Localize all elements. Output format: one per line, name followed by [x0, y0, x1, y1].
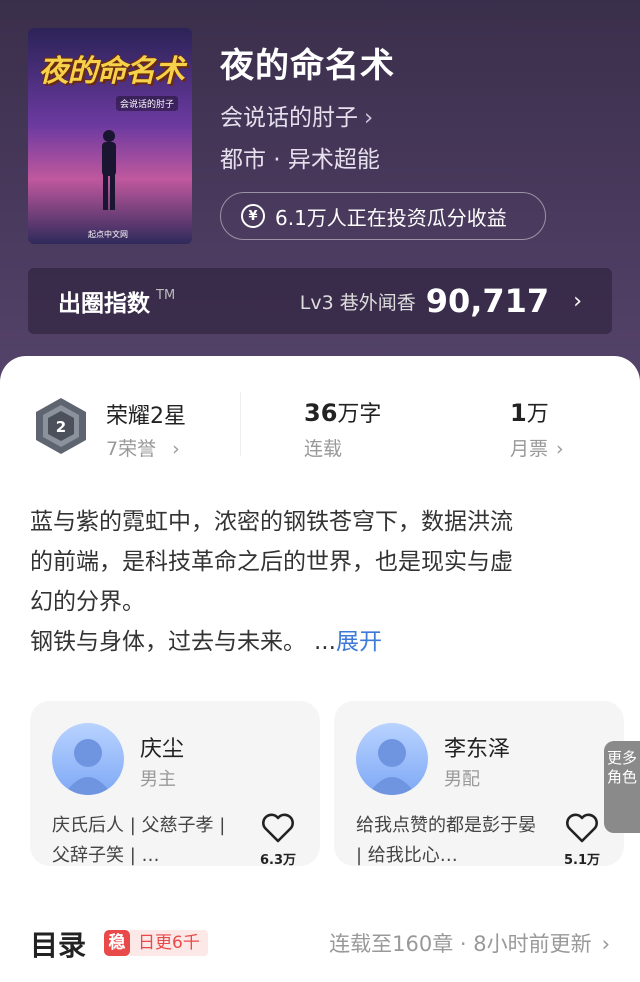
honor-count[interactable]: 7荣誉 ›	[106, 434, 180, 461]
chevron-right-icon: ›	[601, 932, 610, 956]
more-characters-tab[interactable]: 更多角色	[604, 741, 640, 833]
word-count-number: 36	[304, 399, 338, 427]
book-title: 夜的命名术	[220, 46, 395, 86]
like-button[interactable]: 6.3万	[258, 813, 298, 868]
monthly-ticket-stat[interactable]: 1万 月票 ›	[510, 396, 564, 461]
author-name: 会说话的肘子	[220, 105, 358, 131]
chuquan-level: Lv3 巷外闻香	[299, 291, 416, 314]
chuquan-index-bar[interactable]: 出圈指数 TM Lv3 巷外闻香 90,717 ›	[28, 268, 612, 334]
honor-title[interactable]: 荣耀2星	[106, 398, 186, 430]
character-role: 男配	[444, 769, 480, 790]
trademark: TM	[156, 288, 176, 303]
book-cover[interactable]: 夜的命名术 会说话的肘子 起点中文网	[28, 28, 192, 244]
ticket-label: 月票	[510, 438, 549, 460]
desc-line: 的前端，是科技革命之后的世界，也是现实与虚	[30, 549, 513, 575]
like-count: 5.1万	[563, 853, 601, 868]
character-name: 李东泽	[444, 737, 511, 762]
divider	[240, 392, 241, 456]
update-status: 连载至160章 · 8小时前更新	[329, 932, 592, 956]
book-description: 蓝与紫的霓虹中，浓密的钢铁苍穹下，数据洪流 的前端，是科技革命之后的世界，也是现…	[30, 502, 615, 662]
book-header: 夜的命名术 会说话的肘子 起点中文网 夜的命名术 会说话的肘子 › 都市 · 异术…	[0, 0, 640, 400]
desc-line: 幻的分界。	[30, 589, 145, 615]
character-name: 庆尘	[140, 737, 185, 762]
daily-update-tag: 日更6千	[130, 930, 208, 956]
desc-line: 蓝与紫的霓虹中，浓密的钢铁苍穹下，数据洪流	[30, 509, 513, 535]
avatar	[356, 723, 428, 795]
avatar	[52, 723, 124, 795]
book-genre: 都市 · 异术超能	[220, 147, 380, 173]
cover-figure	[102, 130, 116, 210]
svg-text:2: 2	[56, 418, 66, 436]
toc-title[interactable]: 目录	[30, 924, 86, 964]
invest-text: 6.1万人正在投资瓜分收益	[275, 205, 507, 230]
character-bio: 庆氏后人 | 父慈子孝 | 父辞子笑 | …	[52, 815, 226, 866]
yen-coin-icon: ¥	[241, 204, 265, 228]
character-card[interactable]: 李东泽 男配 给我点赞的都是彭于晏 | 给我比心… 5.1万	[334, 701, 624, 868]
chuquan-label: 出圈指数	[58, 291, 150, 317]
chevron-right-icon: ›	[172, 438, 180, 460]
ticket-number: 1	[510, 399, 527, 427]
ticket-unit: 万	[526, 402, 549, 427]
like-count: 6.3万	[259, 853, 297, 868]
serial-status: 连载	[304, 438, 343, 460]
character-bio: 给我点赞的都是彭于晏 | 给我比心…	[356, 815, 536, 866]
toc-update-link[interactable]: 连载至160章 · 8小时前更新 ›	[329, 928, 610, 958]
heart-icon	[566, 813, 598, 843]
heart-icon	[262, 813, 294, 843]
cover-publisher: 起点中文网	[88, 230, 128, 239]
desc-ellipsis: ...	[314, 629, 336, 655]
chuquan-value: 90,717	[425, 282, 550, 320]
cover-title: 夜的命名术	[38, 54, 185, 89]
expand-link[interactable]: 展开	[336, 629, 382, 655]
author-link[interactable]: 会说话的肘子 ›	[220, 98, 373, 132]
character-card[interactable]: 庆尘 男主 庆氏后人 | 父慈子孝 | 父辞子笑 | … 6.3万	[30, 701, 320, 868]
chevron-right-icon: ›	[573, 288, 582, 314]
stable-update-icon: 稳	[104, 930, 130, 956]
cover-author: 会说话的肘子	[115, 96, 178, 111]
desc-line: 钢铁与身体，过去与未来。	[30, 629, 306, 655]
word-count-unit: 万字	[337, 402, 382, 427]
honor-count-text: 7荣誉	[106, 438, 157, 460]
word-count-stat: 36万字 连载	[304, 396, 381, 461]
invest-button[interactable]: ¥ 6.1万人正在投资瓜分收益	[220, 192, 546, 240]
chevron-right-icon: ›	[364, 105, 374, 131]
like-button[interactable]: 5.1万	[562, 813, 602, 868]
book-detail-card: 2 荣耀2星 7荣誉 › 36万字 连载 1万 月票 › 蓝与紫的霓虹中，浓密的钢…	[0, 356, 640, 982]
character-role: 男主	[140, 769, 176, 790]
chevron-right-icon: ›	[556, 438, 564, 460]
honor-badge-icon: 2	[36, 398, 86, 454]
